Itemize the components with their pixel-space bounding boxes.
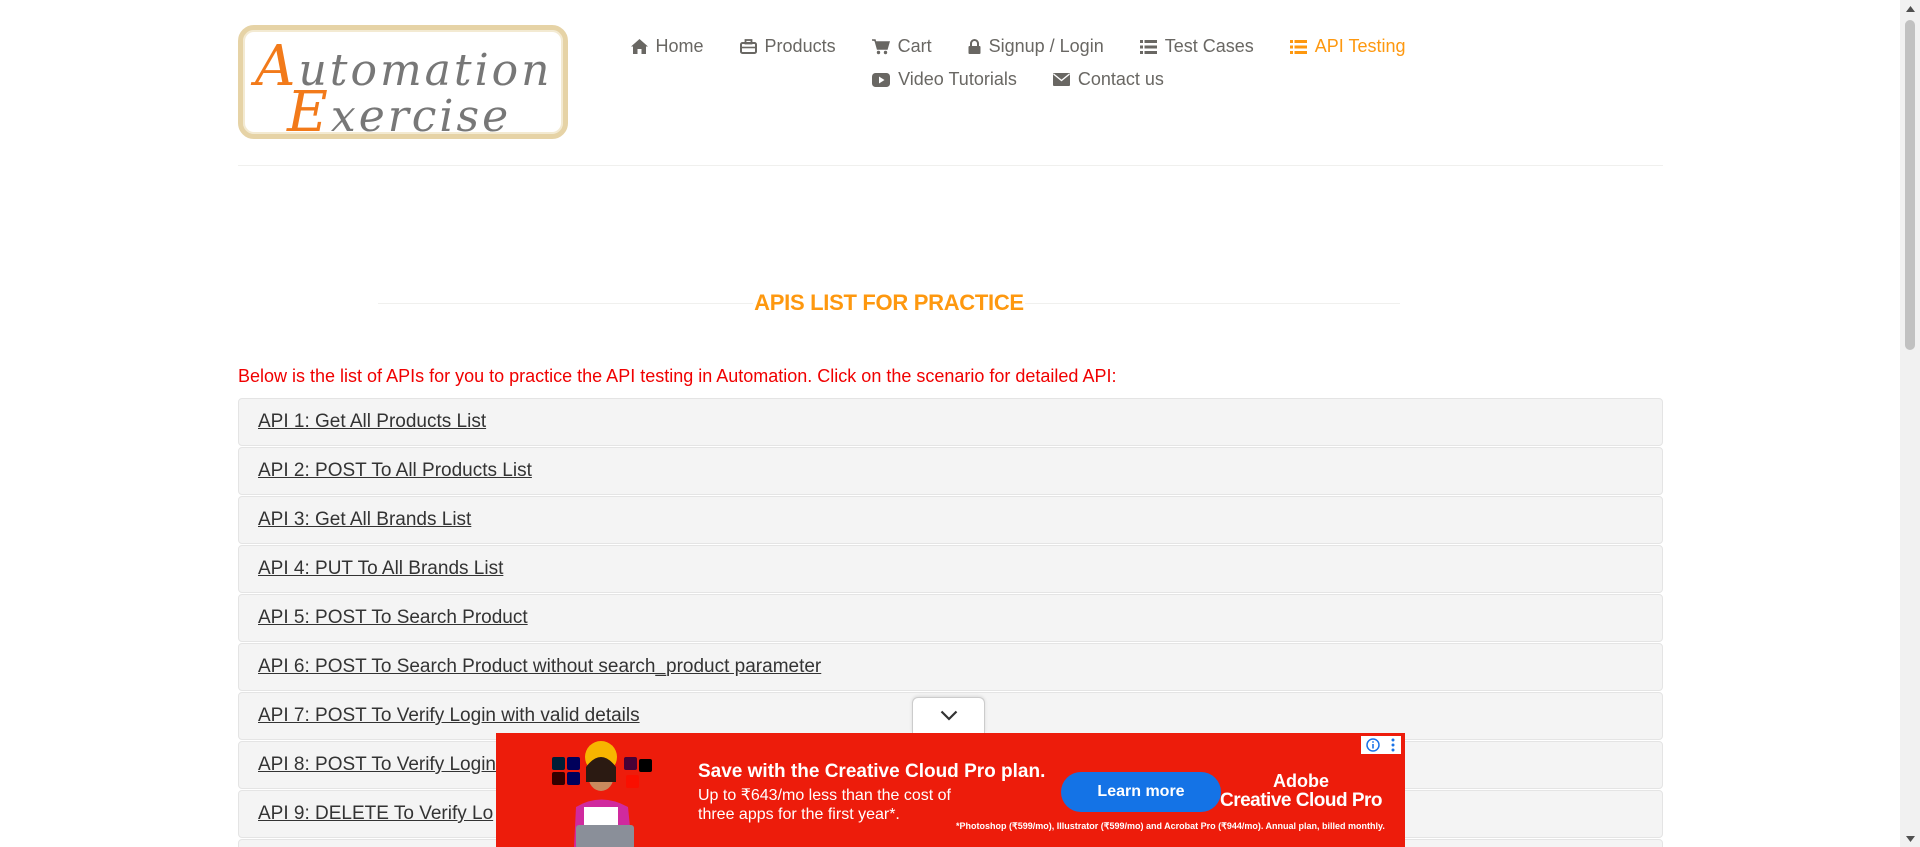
nav-test-cases[interactable]: Test Cases (1139, 36, 1254, 57)
api-list-item: API 6: POST To Search Product without se… (238, 643, 1663, 691)
lock-icon (968, 39, 981, 54)
header-divider (238, 165, 1663, 166)
api-link-3[interactable]: API 3: Get All Brands List (258, 509, 471, 531)
ad-info-icon[interactable] (1366, 738, 1380, 752)
section-title-wrap: APIS LIST FOR PRACTICE (378, 288, 1400, 318)
api-list-item: API 4: PUT To All Brands List (238, 545, 1663, 593)
ad-headline: Save with the Creative Cloud Pro plan. (698, 761, 1046, 782)
api-link-1[interactable]: API 1: Get All Products List (258, 411, 486, 433)
ad-brand: Adobe Creative Cloud Pro (1216, 771, 1386, 811)
site-logo[interactable]: Automation Exercise (238, 25, 568, 139)
page: Automation Exercise Home Products Cart S… (0, 0, 1900, 847)
ad-learn-more-button[interactable]: Learn more (1061, 772, 1221, 812)
api-link-6[interactable]: API 6: POST To Search Product without se… (258, 656, 821, 678)
home-icon (630, 39, 648, 54)
nav-cart[interactable]: Cart (871, 36, 932, 57)
list-icon (1139, 39, 1157, 54)
api-link-2[interactable]: API 2: POST To All Products List (258, 460, 532, 482)
nav-home[interactable]: Home (630, 36, 704, 57)
nav-products[interactable]: Products (739, 36, 836, 57)
api-list-item: API 5: POST To Search Product (238, 594, 1663, 642)
api-list-item: API 2: POST To All Products List (238, 447, 1663, 495)
api-link-5[interactable]: API 5: POST To Search Product (258, 607, 528, 629)
ad-subtext: Up to ₹643/mo less than the cost of thre… (698, 787, 951, 823)
intro-text: Below is the list of APIs for you to pra… (238, 366, 1117, 386)
nav-signup-login-label: Signup / Login (988, 36, 1104, 56)
briefcase-icon (739, 39, 757, 54)
scroll-up-arrow-icon[interactable] (1900, 0, 1920, 17)
main-nav: Home Products Cart Signup / Login Test C… (630, 36, 1405, 90)
api-link-8[interactable]: API 8: POST To Verify Login (258, 754, 496, 776)
ad-info-controls (1361, 736, 1401, 754)
nav-test-cases-label: Test Cases (1164, 36, 1254, 56)
ad-brand-line2: Creative Cloud Pro (1219, 790, 1383, 811)
page-title: APIS LIST FOR PRACTICE (754, 290, 1024, 315)
nav-home-label: Home (655, 36, 704, 56)
nav-video-tutorials-label: Video Tutorials (898, 69, 1017, 89)
ad-brand-line1: Adobe (1273, 771, 1329, 791)
nav-api-testing[interactable]: API Testing (1289, 36, 1406, 57)
nav-video-tutorials[interactable]: Video Tutorials (872, 69, 1017, 90)
api-link-9[interactable]: API 9: DELETE To Verify Lo (258, 803, 493, 825)
ad-person-illustration-icon (552, 741, 652, 847)
list-icon (1289, 39, 1307, 54)
ad-options-kebab-icon[interactable] (1390, 738, 1396, 752)
envelope-icon (1052, 73, 1070, 86)
chevron-down-icon (940, 710, 957, 721)
nav-contact-us-label: Contact us (1077, 69, 1164, 89)
nav-signup-login[interactable]: Signup / Login (968, 36, 1104, 57)
scroll-down-arrow-icon[interactable] (1900, 830, 1920, 847)
youtube-play-icon (872, 72, 891, 87)
api-link-7[interactable]: API 7: POST To Verify Login with valid d… (258, 705, 640, 727)
logo-line-2: Exercise (287, 80, 512, 139)
api-list-item: API 1: Get All Products List (238, 398, 1663, 446)
nav-products-label: Products (764, 36, 836, 56)
ad-collapse-button[interactable] (912, 697, 985, 733)
ad-fine-print: *Photoshop (₹599/mo), Illustrator (₹599/… (956, 821, 1385, 831)
ad-banner[interactable]: Save with the Creative Cloud Pro plan. U… (496, 733, 1405, 847)
cart-icon (871, 38, 890, 54)
nav-cart-label: Cart (897, 36, 932, 56)
nav-api-testing-label: API Testing (1314, 36, 1406, 56)
api-list-item: API 3: Get All Brands List (238, 496, 1663, 544)
api-link-4[interactable]: API 4: PUT To All Brands List (258, 558, 503, 580)
nav-contact-us[interactable]: Contact us (1052, 69, 1164, 90)
page-scrollbar[interactable] (1900, 0, 1920, 847)
scroll-thumb[interactable] (1905, 20, 1915, 350)
